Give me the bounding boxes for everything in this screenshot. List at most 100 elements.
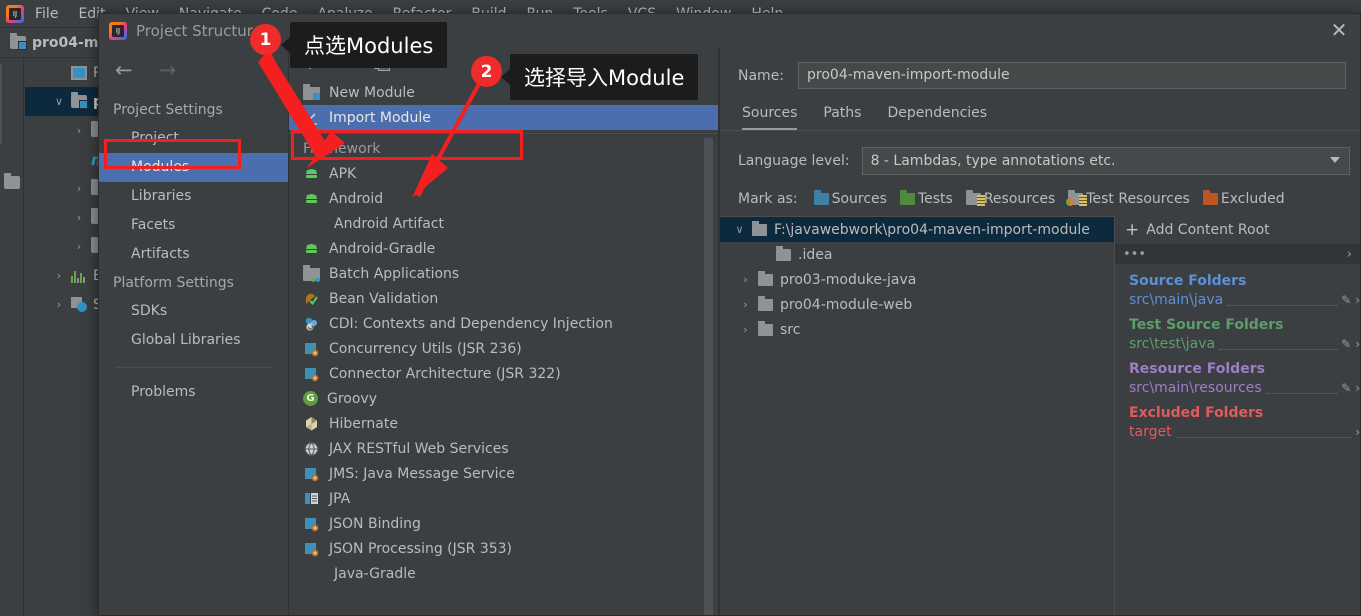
framework-item-android-artifact[interactable]: Android Artifact (289, 211, 719, 236)
chevron-right-icon[interactable]: › (1355, 381, 1360, 395)
nav-item-facets[interactable]: Facets (99, 211, 288, 240)
mark-as-sources-button[interactable]: Sources (813, 190, 887, 207)
chevron-right-icon[interactable]: › (740, 298, 751, 311)
excluded-folders-value-row[interactable]: target › (1129, 421, 1360, 440)
framework-item-jpa[interactable]: JPA (289, 486, 719, 511)
close-icon[interactable]: ✕ (1328, 20, 1350, 42)
nav-item-artifacts[interactable]: Artifacts (99, 240, 288, 269)
chevron-down-icon[interactable] (1330, 157, 1340, 163)
nav-item-libraries[interactable]: Libraries (99, 182, 288, 211)
framework-item-android-gradle[interactable]: Android-Gradle (289, 236, 719, 261)
tree-row[interactable]: ∨ F:\javawebwork\pro04-maven-import-modu… (720, 217, 1114, 242)
chevron-down-icon[interactable]: ∨ (53, 95, 65, 108)
tool-window-button-project[interactable]: Project (0, 64, 2, 144)
chevron-right-icon[interactable]: › (1347, 247, 1352, 262)
dotted-leader (1265, 383, 1338, 394)
mark-as-resources-button[interactable]: Resources (965, 190, 1055, 207)
test-source-folders-group: Test Source Folders src\test\java ✎ › (1115, 308, 1360, 352)
tree-row[interactable]: › pro03-moduke-java (720, 267, 1114, 292)
tree-row[interactable]: › src (720, 317, 1114, 342)
test-source-folders-value-row[interactable]: src\test\java ✎ › (1129, 333, 1360, 352)
tree-row[interactable]: .idea (720, 242, 1114, 267)
cdi-icon (303, 316, 320, 332)
nav-item-problems[interactable]: Problems (99, 378, 288, 407)
menu-scrollbar[interactable] (704, 138, 713, 615)
excluded-folder-icon (1202, 190, 1218, 205)
mark-as-tests-button[interactable]: Tests (899, 190, 953, 207)
framework-label: Concurrency Utils (JSR 236) (329, 340, 522, 357)
add-content-root-button[interactable]: + Add Content Root (1115, 216, 1360, 244)
sources-folder-icon (813, 190, 829, 205)
framework-item-jms[interactable]: JMS: Java Message Service (289, 461, 719, 486)
tab-paths[interactable]: Paths (823, 105, 861, 130)
content-root-tree: ∨ F:\javawebwork\pro04-maven-import-modu… (720, 216, 1114, 615)
resource-folders-value: src\main\resources (1129, 380, 1262, 396)
nav-item-global-libraries[interactable]: Global Libraries (99, 326, 288, 355)
chevron-right-icon[interactable]: › (73, 240, 85, 253)
annotation-tooltip-1: 点选Modules (280, 22, 448, 68)
tab-dependencies[interactable]: Dependencies (887, 105, 987, 130)
forward-icon[interactable]: → (159, 58, 177, 82)
chevron-right-icon[interactable]: › (1355, 337, 1360, 351)
chevron-right-icon[interactable]: › (1355, 293, 1360, 307)
chevron-right-icon[interactable]: › (73, 211, 85, 224)
back-icon[interactable]: ← (115, 58, 133, 82)
nav-header-project-settings: Project Settings (113, 102, 223, 118)
chevron-right-icon[interactable]: › (1355, 425, 1360, 439)
resources-folder-icon (965, 190, 985, 206)
mark-as-excluded-button[interactable]: Excluded (1202, 190, 1285, 207)
chevron-right-icon[interactable]: › (53, 298, 65, 311)
framework-item-concurrency-utils[interactable]: Concurrency Utils (JSR 236) (289, 336, 719, 361)
framework-item-cdi[interactable]: CDI: Contexts and Dependency Injection (289, 311, 719, 336)
framework-item-java-gradle[interactable]: Java-Gradle (289, 561, 719, 586)
edit-icon[interactable]: ✎ (1341, 337, 1351, 351)
resource-folders-value-row[interactable]: src\main\resources ✎ › (1129, 377, 1360, 396)
test-source-folders-title: Test Source Folders (1129, 317, 1284, 333)
folder-icon (758, 320, 773, 336)
framework-item-hibernate[interactable]: Hibernate (289, 411, 719, 436)
external-libraries-icon (71, 269, 87, 283)
chevron-right-icon[interactable]: › (740, 323, 751, 336)
language-level-select[interactable]: 8 - Lambdas, type annotations etc. (861, 147, 1350, 175)
module-details-panel: Name: pro04-maven-import-module Sources … (719, 48, 1360, 615)
framework-item-batch-applications[interactable]: Batch Applications (289, 261, 719, 286)
chevron-down-icon[interactable]: ∨ (734, 223, 745, 236)
groovy-icon: G (303, 391, 318, 406)
framework-item-jax-restful[interactable]: JAX RESTful Web Services (289, 436, 719, 461)
chevron-right-icon[interactable]: › (73, 182, 85, 195)
tree-row-label: src (780, 321, 801, 338)
chevron-right-icon[interactable]: › (740, 273, 751, 286)
menu-item-file[interactable]: File (26, 3, 67, 25)
jpa-icon (303, 491, 320, 507)
content-root-overflow-row[interactable]: ••• › (1115, 244, 1360, 264)
framework-item-apk[interactable]: APK (289, 161, 719, 186)
edit-icon[interactable]: ✎ (1341, 381, 1351, 395)
framework-item-json-binding[interactable]: JSON Binding (289, 511, 719, 536)
mark-as-test-resources-button[interactable]: Test Resources (1066, 190, 1190, 207)
overflow-icon[interactable]: ••• (1123, 247, 1146, 262)
framework-label: JSON Binding (329, 515, 421, 532)
framework-item-groovy[interactable]: G Groovy (289, 386, 719, 411)
framework-item-bean-validation[interactable]: Bean Validation (289, 286, 719, 311)
excluded-folders-title: Excluded Folders (1129, 405, 1264, 421)
framework-label: APK (329, 165, 357, 182)
tree-row-label: pro03-moduke-java (780, 271, 917, 288)
module-name-input[interactable]: pro04-maven-import-module (798, 62, 1346, 89)
add-content-root-label: Add Content Root (1146, 222, 1270, 238)
framework-item-connector-architecture[interactable]: Connector Architecture (JSR 322) (289, 361, 719, 386)
tree-row-label: pro04-module-web (780, 296, 913, 313)
bean-validation-icon (303, 291, 320, 307)
menu-item-import-module[interactable]: Import Module (289, 105, 719, 130)
chevron-right-icon[interactable]: › (73, 124, 85, 137)
framework-label: Batch Applications (329, 265, 460, 282)
nav-item-sdks[interactable]: SDKs (99, 297, 288, 326)
source-folders-value-row[interactable]: src\main\java ✎ › (1129, 289, 1360, 308)
tree-row[interactable]: › pro04-module-web (720, 292, 1114, 317)
framework-item-android[interactable]: Android (289, 186, 719, 211)
breadcrumb: pro04-m (32, 34, 99, 51)
edit-icon[interactable]: ✎ (1341, 293, 1351, 307)
settings-nav-panel: ← → Project Settings Project Modules Lib… (99, 48, 289, 615)
tab-sources[interactable]: Sources (742, 105, 798, 130)
chevron-right-icon[interactable]: › (53, 269, 65, 282)
framework-item-json-processing[interactable]: JSON Processing (JSR 353) (289, 536, 719, 561)
